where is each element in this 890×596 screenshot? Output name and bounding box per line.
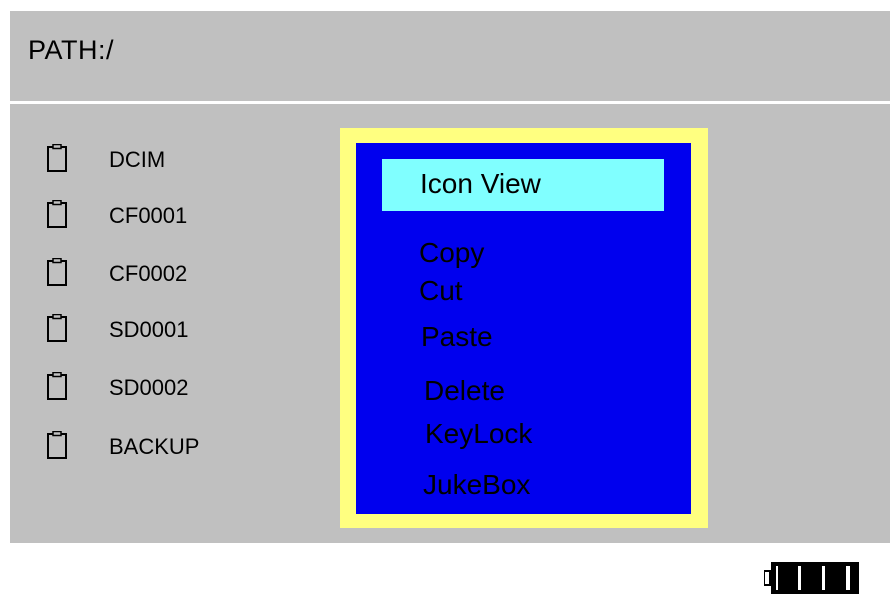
file-item-sd0002[interactable]: SD0002 — [47, 372, 327, 412]
folder-icon — [47, 431, 67, 459]
menu-item-copy[interactable]: Copy — [419, 237, 484, 269]
menu-item-paste[interactable]: Paste — [421, 321, 493, 353]
file-list: DCIM CF0001 CF0002 SD0001 SD0002 BACKUP — [10, 11, 330, 543]
file-name: CF0002 — [109, 261, 188, 286]
folder-icon — [47, 200, 67, 228]
file-item-dcim[interactable]: DCIM — [47, 144, 327, 184]
folder-icon — [47, 144, 67, 172]
context-menu-frame: Icon View Copy Cut Paste Delete KeyLock … — [340, 128, 708, 528]
battery-icon — [764, 562, 859, 594]
menu-item-delete[interactable]: Delete — [424, 375, 505, 407]
menu-item-icon-view[interactable]: Icon View — [382, 159, 664, 211]
file-item-cf0002[interactable]: CF0002 — [47, 258, 327, 298]
file-browser-screen: PATH:/ DCIM CF0001 CF0002 SD0001 SD0002 … — [10, 11, 890, 543]
file-name: DCIM — [109, 147, 166, 172]
file-name: CF0001 — [109, 203, 188, 228]
folder-icon — [47, 258, 67, 286]
file-item-sd0001[interactable]: SD0001 — [47, 314, 327, 354]
folder-icon — [47, 314, 67, 342]
file-item-backup[interactable]: BACKUP — [47, 431, 327, 471]
folder-icon — [47, 372, 67, 400]
file-name: BACKUP — [109, 434, 200, 459]
menu-item-cut[interactable]: Cut — [419, 275, 463, 307]
menu-item-jukebox[interactable]: JukeBox — [423, 469, 530, 501]
file-item-cf0001[interactable]: CF0001 — [47, 200, 327, 240]
file-name: SD0001 — [109, 317, 189, 342]
context-menu: Icon View Copy Cut Paste Delete KeyLock … — [356, 143, 691, 514]
menu-item-label: Icon View — [420, 168, 541, 199]
menu-item-keylock[interactable]: KeyLock — [425, 418, 532, 450]
file-name: SD0002 — [109, 375, 189, 400]
